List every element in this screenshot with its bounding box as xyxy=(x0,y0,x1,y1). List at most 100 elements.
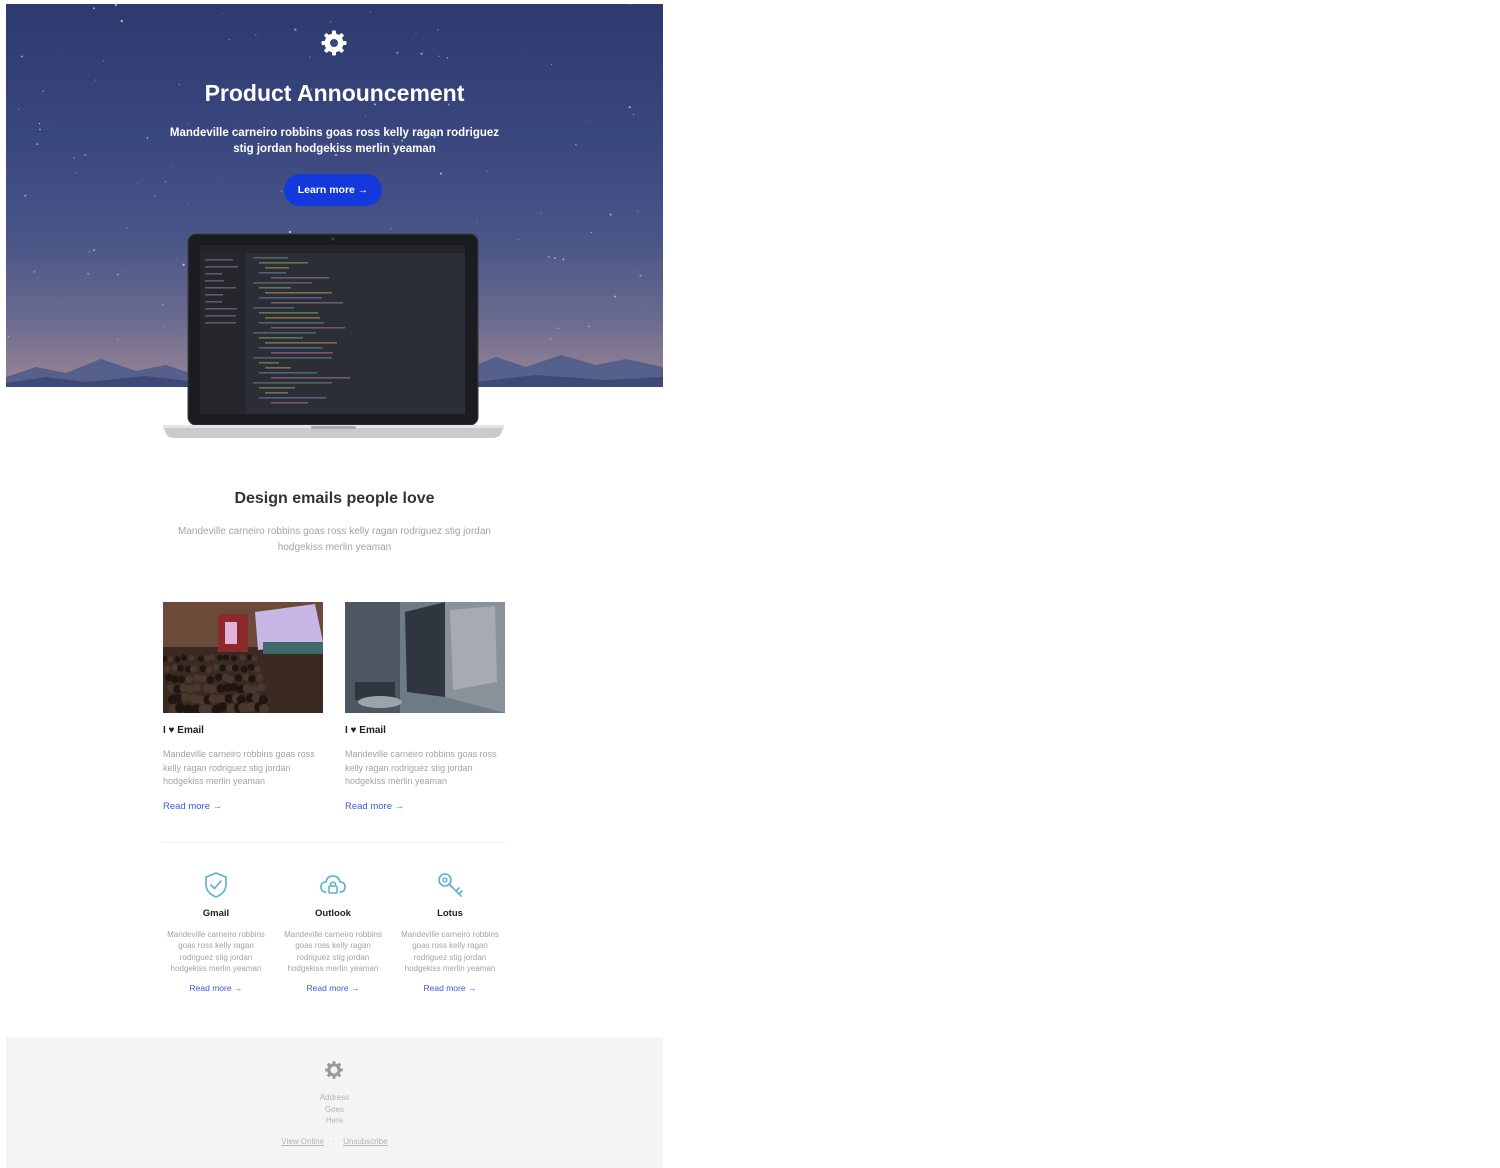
audience-head xyxy=(188,654,195,661)
code-line xyxy=(265,292,332,294)
audience-head xyxy=(226,675,234,684)
audience-head xyxy=(219,664,227,672)
feature-title: Lotus xyxy=(437,908,463,919)
star xyxy=(468,8,470,10)
star xyxy=(518,239,519,241)
conference-audience-photo xyxy=(163,602,323,713)
star xyxy=(589,120,591,122)
file-tree-line xyxy=(205,259,233,261)
star xyxy=(33,270,36,273)
star xyxy=(609,213,612,216)
audience-head xyxy=(247,664,255,671)
audience-head xyxy=(249,685,258,694)
star xyxy=(102,60,105,62)
read-more-link[interactable]: Read more → xyxy=(345,801,404,812)
audience-head xyxy=(205,666,213,674)
address-line: Address xyxy=(319,1093,350,1102)
star xyxy=(632,113,635,116)
star xyxy=(396,51,399,54)
footer-links: View Online · Unsubscribe xyxy=(6,1137,663,1146)
code-line xyxy=(265,342,337,344)
audience-head xyxy=(232,664,239,672)
star xyxy=(412,37,414,39)
code-line xyxy=(265,267,289,269)
audience-head xyxy=(204,655,211,662)
audience-head xyxy=(177,675,186,684)
code-line xyxy=(253,257,288,259)
audience-head xyxy=(248,675,256,683)
file-tree-line xyxy=(205,315,236,317)
star xyxy=(92,7,95,10)
code-line xyxy=(253,382,332,384)
audience-head xyxy=(256,683,266,692)
star xyxy=(172,164,173,166)
read-more-link[interactable]: Read more → xyxy=(163,801,222,812)
read-more-link[interactable]: Read more → xyxy=(307,983,360,993)
code-line xyxy=(265,367,291,369)
star xyxy=(232,218,234,219)
card-title: I ♥ Email xyxy=(345,725,386,736)
star xyxy=(588,325,590,327)
star xyxy=(21,55,23,58)
code-line xyxy=(271,277,329,279)
star xyxy=(557,327,559,329)
star xyxy=(547,255,550,258)
star xyxy=(446,56,449,59)
code-line xyxy=(259,372,317,374)
star xyxy=(187,202,189,204)
feature-description: Mandeville carneiro robbins goas ross ke… xyxy=(167,930,265,973)
audience-head xyxy=(217,654,224,661)
file-tree-line xyxy=(205,294,223,296)
audience-head xyxy=(239,654,246,661)
star xyxy=(593,196,594,198)
read-more-link[interactable]: Read more → xyxy=(190,983,243,993)
star xyxy=(636,178,637,180)
audience-head xyxy=(217,702,228,712)
unsubscribe-link[interactable]: Unsubscribe xyxy=(343,1137,387,1146)
card-title: I ♥ Email xyxy=(163,725,204,736)
feature-outlook: Outlook Mandeville carneiro robbins goas… xyxy=(281,870,385,996)
code-line xyxy=(259,287,291,289)
star xyxy=(486,170,488,172)
file-tree-line xyxy=(205,266,238,268)
star xyxy=(590,231,592,234)
audience-head xyxy=(254,666,261,673)
star xyxy=(79,115,81,116)
intro-description: Mandeville carneiro robbins goas ross ke… xyxy=(178,526,491,553)
gear-logo-icon xyxy=(325,1061,343,1079)
star xyxy=(164,180,167,183)
star xyxy=(369,11,371,13)
star xyxy=(36,143,39,146)
star xyxy=(481,112,483,114)
star xyxy=(47,124,49,126)
star xyxy=(120,19,123,23)
code-line xyxy=(253,332,316,334)
feature-title: Outlook xyxy=(315,908,351,919)
audience-head xyxy=(215,673,223,681)
star xyxy=(364,115,366,117)
audience-head xyxy=(179,683,188,692)
star xyxy=(56,303,58,304)
audience-head xyxy=(223,654,229,661)
star xyxy=(294,28,297,31)
file-tree-line xyxy=(205,301,222,303)
view-online-link[interactable]: View Online xyxy=(281,1137,324,1146)
audience-head xyxy=(192,683,202,692)
star xyxy=(280,190,283,193)
star xyxy=(75,172,78,174)
star xyxy=(51,58,53,60)
star xyxy=(228,38,231,41)
star xyxy=(540,212,542,214)
star xyxy=(114,4,117,7)
card-description: Mandeville carneiro robbins goas ross ke… xyxy=(163,749,315,786)
audience-head xyxy=(208,685,217,694)
code-line xyxy=(259,272,286,274)
star xyxy=(629,4,631,6)
read-more-link[interactable]: Read more → xyxy=(424,983,477,993)
learn-more-button[interactable]: Learn more → xyxy=(284,174,382,206)
star xyxy=(330,21,332,23)
star xyxy=(437,29,439,31)
hero-title: Product Announcement xyxy=(204,80,465,106)
code-line xyxy=(253,357,332,359)
audience-head xyxy=(251,655,258,662)
